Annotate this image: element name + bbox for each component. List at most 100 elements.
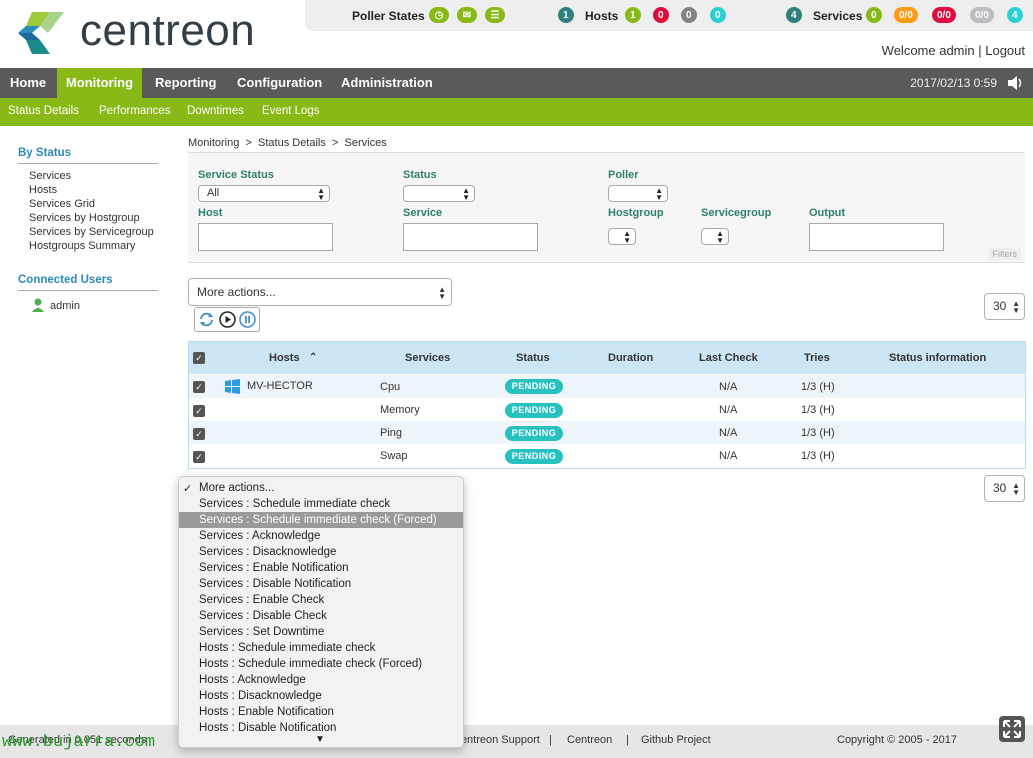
header-hosts[interactable]: Hosts <box>269 352 300 364</box>
services-critical-badge[interactable]: 0/0 <box>932 7 956 23</box>
pause-icon[interactable] <box>239 311 256 328</box>
subnav-performances[interactable]: Performances <box>99 105 171 117</box>
header-services[interactable]: Services <box>405 352 450 364</box>
hosts-down-badge[interactable]: 0 <box>653 7 669 23</box>
footer-separator: | <box>549 734 552 746</box>
row-service[interactable]: Ping <box>380 427 402 439</box>
status-badge: PENDING <box>505 379 563 394</box>
header-tries[interactable]: Tries <box>804 352 830 364</box>
dropdown-item[interactable]: Hosts : Acknowledge <box>199 674 306 686</box>
nav-reporting[interactable]: Reporting <box>147 68 224 98</box>
services-warning-badge[interactable]: 0/0 <box>894 7 918 23</box>
header-status[interactable]: Status <box>516 352 550 364</box>
footer-link-centreon[interactable]: Centreon <box>567 734 612 746</box>
sidebar-item-hostgroups-summary[interactable]: Hostgroups Summary <box>29 240 135 252</box>
servicegroup-select[interactable]: ▲ ▼ <box>701 228 729 245</box>
sort-asc-icon[interactable]: ⌃ <box>309 352 317 363</box>
row-checkbox[interactable]: ✓ <box>193 451 205 463</box>
header-last-check[interactable]: Last Check <box>699 352 758 364</box>
sidebar-by-status-title: By Status <box>18 147 72 159</box>
output-input[interactable] <box>809 223 944 251</box>
service-label: Service <box>403 207 443 219</box>
fullscreen-icon[interactable] <box>999 716 1025 742</box>
hosts-unreachable-badge[interactable]: 0 <box>681 7 697 23</box>
row-service[interactable]: Memory <box>380 404 420 416</box>
dropdown-item[interactable]: Services : Acknowledge <box>199 530 320 542</box>
sidebar-item-services[interactable]: Services <box>29 170 71 182</box>
dropdown-item[interactable]: Services : Disable Check <box>199 610 327 622</box>
dropdown-item[interactable]: Services : Set Downtime <box>199 626 324 638</box>
row-host[interactable]: MV-HECTOR <box>247 380 313 392</box>
poller-database-icon[interactable]: ✉ <box>457 7 477 23</box>
header-status-information[interactable]: Status information <box>889 352 986 364</box>
row-last-check: N/A <box>719 427 738 439</box>
filters-tag[interactable]: Filters <box>988 248 1021 260</box>
dropdown-item-highlighted[interactable]: Services : Schedule immediate check (For… <box>199 514 437 526</box>
nav-administration[interactable]: Administration <box>333 68 441 98</box>
table-row[interactable] <box>189 398 1025 421</box>
hosts-pending-badge[interactable]: 0 <box>710 7 726 23</box>
service-status-label: Service Status <box>198 169 274 181</box>
poller-select[interactable]: ▲ ▼ <box>608 185 668 202</box>
dropdown-item[interactable]: Hosts : Disable Notification <box>199 722 336 732</box>
service-status-select[interactable]: All ▲ ▼ <box>198 185 330 202</box>
hosts-total-badge[interactable]: 1 <box>558 7 574 23</box>
page-size-select-bottom[interactable]: 30 ▲ ▼ <box>984 475 1025 502</box>
row-checkbox[interactable]: ✓ <box>193 428 205 440</box>
nav-home[interactable]: Home <box>2 68 54 98</box>
dropdown-item[interactable]: Services : Disacknowledge <box>199 546 336 558</box>
row-checkbox[interactable]: ✓ <box>193 381 205 393</box>
table-row[interactable] <box>189 421 1025 444</box>
status-select[interactable]: ▲ ▼ <box>403 185 475 202</box>
sidebar-divider <box>18 290 158 291</box>
dropdown-item[interactable]: More actions... <box>199 482 274 494</box>
connected-user-admin[interactable]: admin <box>50 300 80 312</box>
welcome-logout-link[interactable]: Welcome admin | Logout <box>882 43 1025 58</box>
sidebar-item-services-grid[interactable]: Services Grid <box>29 198 95 210</box>
dropdown-item[interactable]: Services : Disable Notification <box>199 578 351 590</box>
services-pending-badge[interactable]: 4 <box>1007 7 1023 23</box>
status-label: Status <box>403 169 437 181</box>
scroll-down-arrow-icon[interactable]: ▼ <box>315 734 325 745</box>
sidebar-item-services-by-servicegroup[interactable]: Services by Servicegroup <box>29 226 154 238</box>
dropdown-item[interactable]: Services : Schedule immediate check <box>199 498 390 510</box>
select-all-checkbox[interactable]: ✓ <box>193 352 205 364</box>
status-badge: PENDING <box>505 403 563 418</box>
host-input[interactable] <box>198 223 333 251</box>
services-unknown-badge[interactable]: 0/0 <box>970 7 994 23</box>
poller-clock-icon[interactable]: ◷ <box>429 7 449 23</box>
subnav-downtimes[interactable]: Downtimes <box>187 105 244 117</box>
table-row[interactable] <box>189 375 1025 398</box>
row-checkbox[interactable]: ✓ <box>193 405 205 417</box>
service-input[interactable] <box>403 223 538 251</box>
nav-configuration[interactable]: Configuration <box>229 68 330 98</box>
sidebar-item-hosts[interactable]: Hosts <box>29 184 57 196</box>
dropdown-item[interactable]: Hosts : Enable Notification <box>199 706 334 718</box>
footer-link-github-project[interactable]: Github Project <box>641 734 711 746</box>
services-total-badge[interactable]: 4 <box>786 7 802 23</box>
subnav-status-details[interactable]: Status Details <box>8 105 79 117</box>
hostgroup-select[interactable]: ▲ ▼ <box>608 228 636 245</box>
dropdown-item[interactable]: Hosts : Schedule immediate check (Forced… <box>199 658 422 670</box>
footer-link-centreon-support[interactable]: Centreon Support <box>453 734 540 746</box>
hosts-up-badge[interactable]: 1 <box>625 7 641 23</box>
dropdown-item[interactable]: Hosts : Disacknowledge <box>199 690 322 702</box>
refresh-icon[interactable] <box>198 311 215 328</box>
sidebar-item-services-by-hostgroup[interactable]: Services by Hostgroup <box>29 212 140 224</box>
row-service[interactable]: Swap <box>380 450 408 462</box>
subnav-event-logs[interactable]: Event Logs <box>262 105 320 117</box>
table-row[interactable] <box>189 444 1025 467</box>
page-size-select-top[interactable]: 30 ▲ ▼ <box>984 293 1025 320</box>
copyright: Copyright © 2005 - 2017 <box>837 734 958 746</box>
speaker-icon[interactable] <box>1007 75 1025 91</box>
nav-monitoring[interactable]: Monitoring <box>57 68 142 98</box>
row-service[interactable]: Cpu <box>380 381 400 393</box>
play-icon[interactable] <box>219 311 236 328</box>
poller-stack-icon[interactable]: ☰ <box>485 7 505 23</box>
header-duration[interactable]: Duration <box>608 352 653 364</box>
dropdown-item[interactable]: Services : Enable Notification <box>199 562 349 574</box>
services-ok-badge[interactable]: 0 <box>866 7 882 23</box>
more-actions-select[interactable]: More actions... ▲ ▼ <box>188 278 452 306</box>
dropdown-item[interactable]: Hosts : Schedule immediate check <box>199 642 375 654</box>
dropdown-item[interactable]: Services : Enable Check <box>199 594 324 606</box>
